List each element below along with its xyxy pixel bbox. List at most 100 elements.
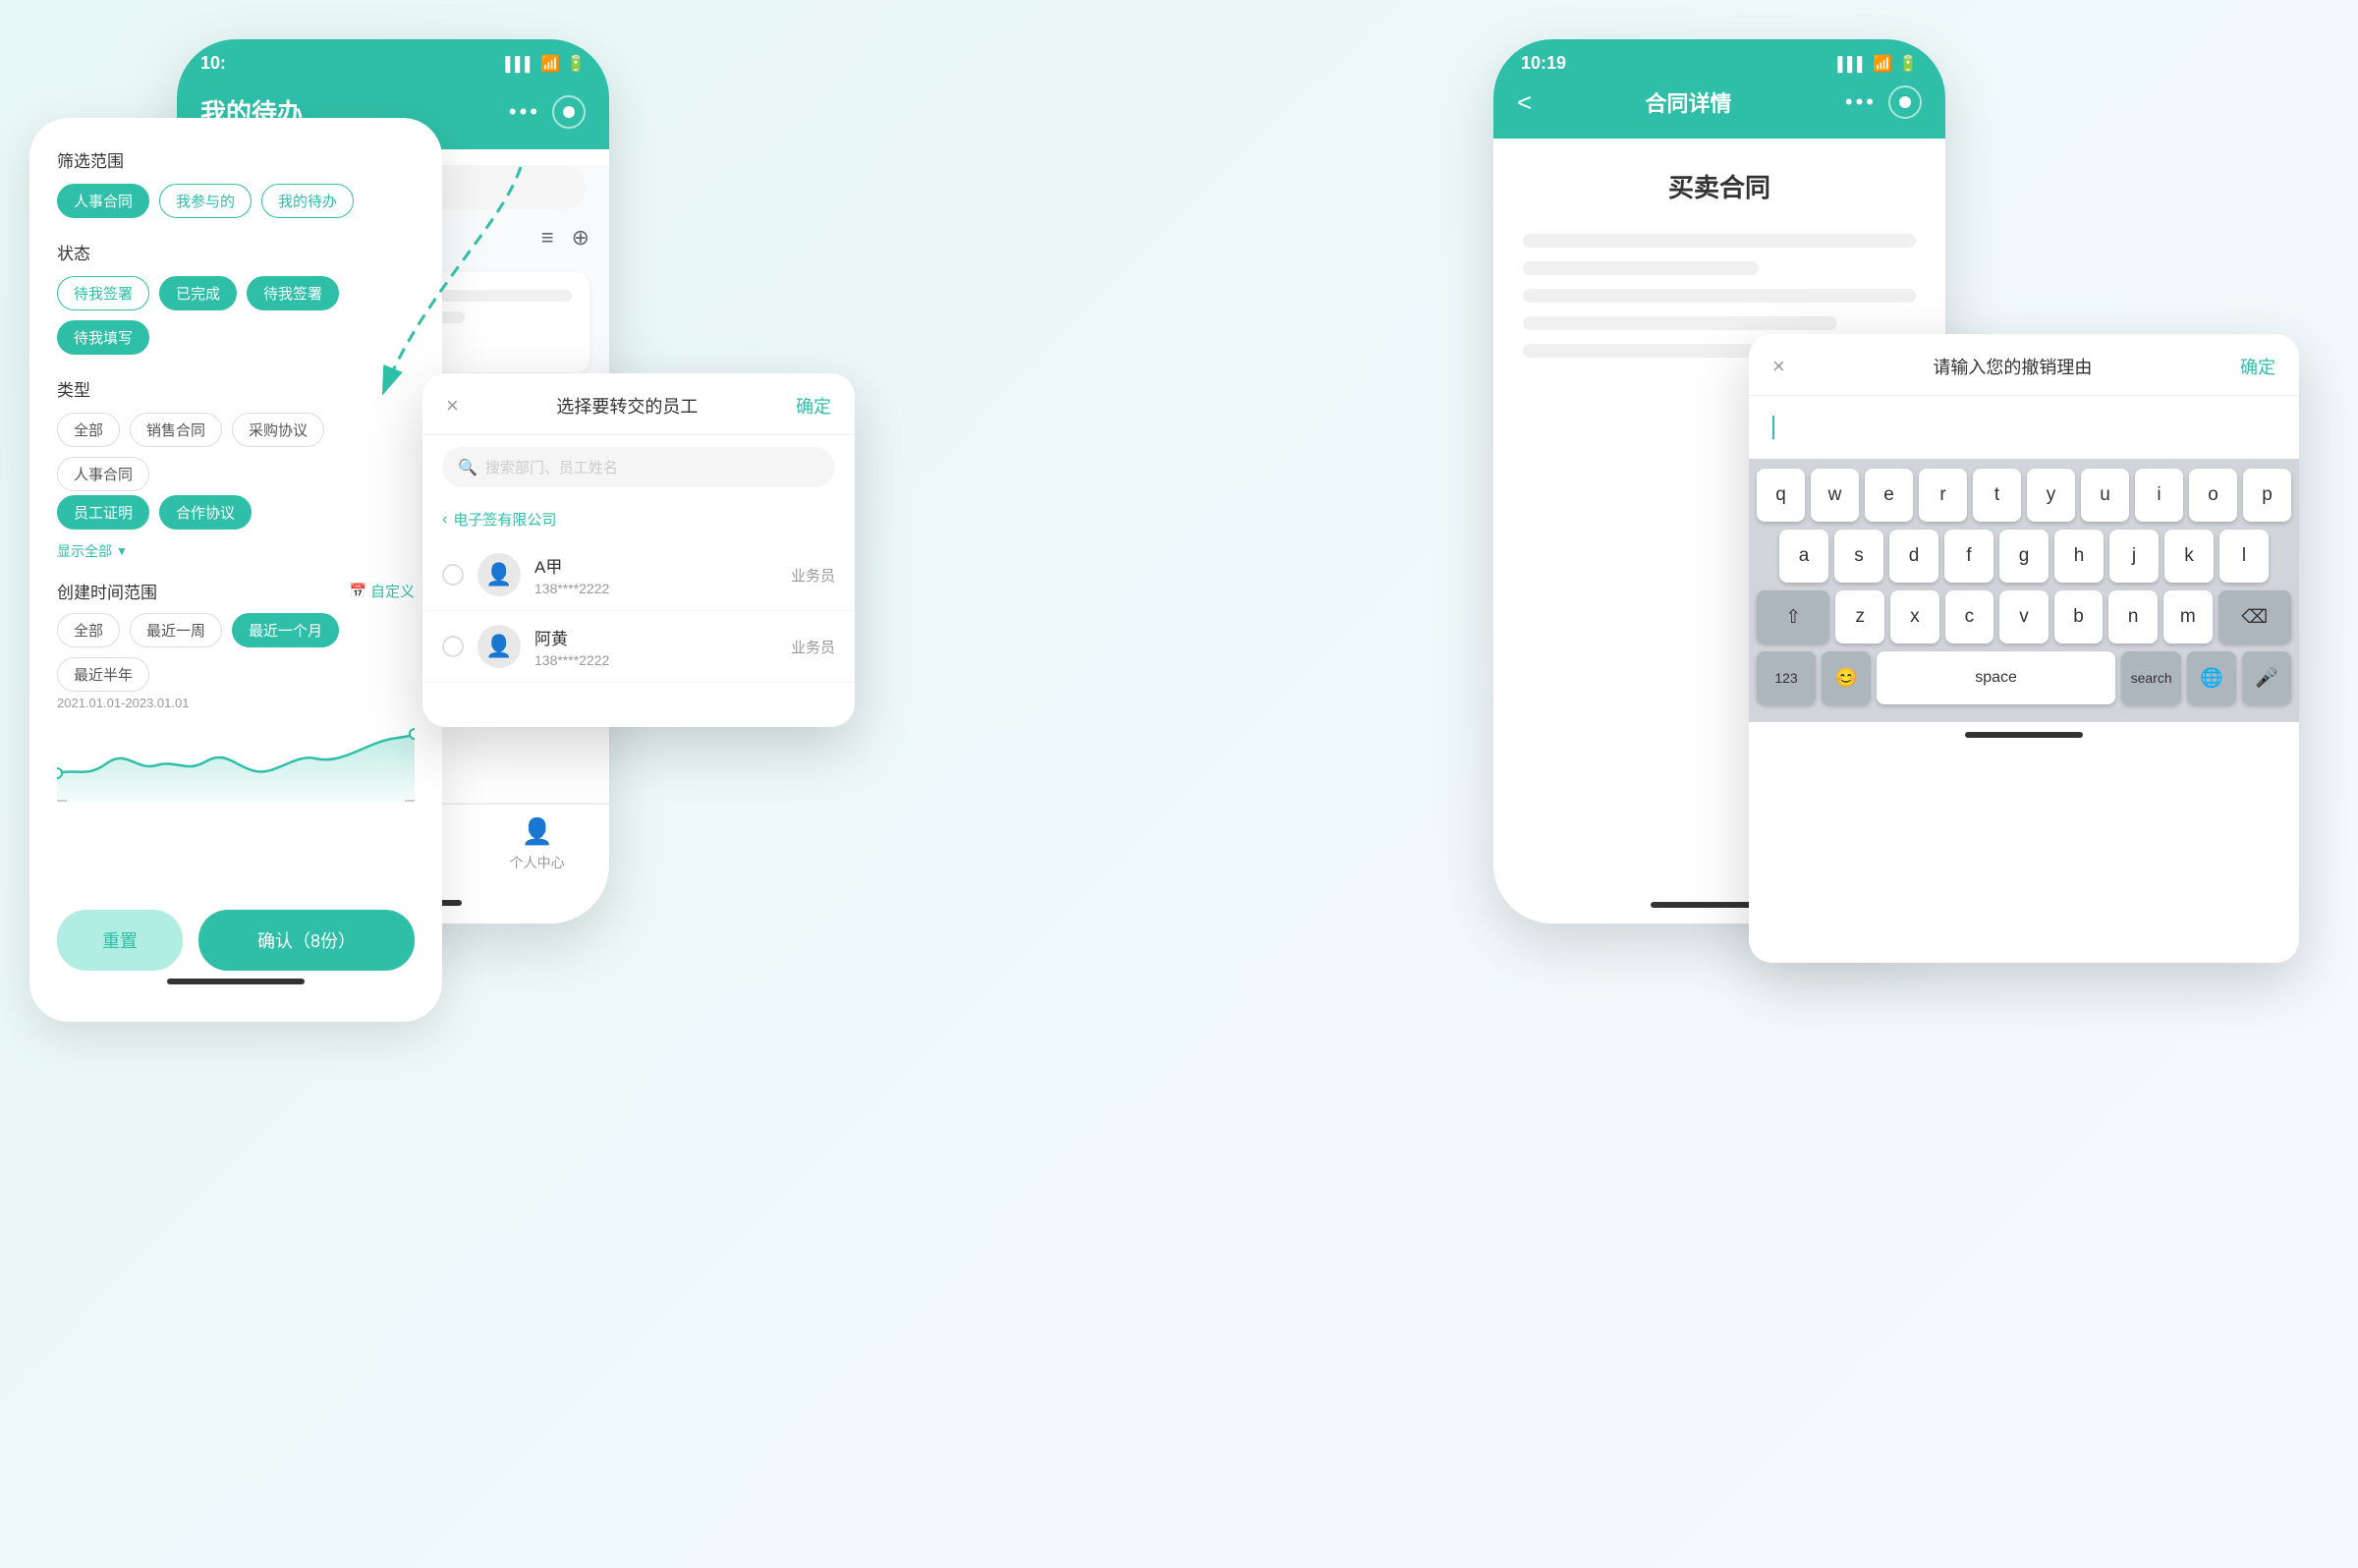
key-t[interactable]: t (1973, 469, 2021, 522)
signal-icon-2: ▌▌▌ (1837, 56, 1867, 72)
search-icon-modal: 🔍 (458, 458, 477, 477)
key-p[interactable]: p (2243, 469, 2291, 522)
signal-icon: ▌▌▌ (505, 56, 534, 72)
status-icons: ▌▌▌ 📶 🔋 (505, 54, 586, 74)
keyboard-row-1: q w e r t y u i o p (1757, 469, 2291, 522)
tag-coop[interactable]: 合作协议 (159, 495, 252, 530)
key-k[interactable]: k (2164, 530, 2214, 583)
key-search[interactable]: search (2121, 651, 2181, 704)
key-c[interactable]: c (1945, 590, 1994, 644)
tab-profile-label: 个人中心 (510, 853, 565, 872)
more-icon[interactable]: ••• (509, 99, 540, 125)
employee-phone-2: 138****2222 (534, 652, 777, 668)
tag-all[interactable]: 全部 (57, 413, 120, 447)
bottom-buttons: 重置 确认（8份） (57, 894, 415, 971)
keyboard-row-2: a s d f g h j k l (1757, 530, 2291, 583)
confirm-button[interactable]: 确认（8份） (198, 910, 415, 971)
modal-close-button[interactable]: × (446, 393, 459, 419)
key-w[interactable]: w (1811, 469, 1859, 522)
time-week[interactable]: 最近一周 (130, 613, 222, 647)
key-x[interactable]: x (1890, 590, 1939, 644)
key-123[interactable]: 123 (1757, 651, 1816, 704)
date-range-text: 2021.01.01-2023.01.01 (57, 696, 415, 710)
company-row[interactable]: ‹ 电子签有限公司 (422, 499, 855, 539)
employee-role-2: 业务员 (791, 637, 835, 657)
employee-search-bar[interactable]: 🔍 搜索部门、员工姓名 (442, 447, 835, 487)
home-indicator (167, 979, 305, 984)
key-a[interactable]: a (1779, 530, 1828, 583)
tag-personnel[interactable]: 人事合同 (57, 184, 149, 218)
filter-icon[interactable]: ⊕ (572, 225, 590, 251)
time-month[interactable]: 最近一个月 (232, 613, 339, 647)
record-icon[interactable] (552, 95, 586, 129)
contract-record-icon[interactable] (1888, 85, 1922, 119)
tag-participated[interactable]: 我参与的 (159, 184, 252, 218)
key-i[interactable]: i (2135, 469, 2183, 522)
tag-sales[interactable]: 销售合同 (130, 413, 222, 447)
status-bar: 10: ▌▌▌ 📶 🔋 (177, 39, 609, 84)
employee-row-2[interactable]: 👤 阿黄 138****2222 业务员 (422, 611, 855, 683)
key-z[interactable]: z (1835, 590, 1884, 644)
key-y[interactable]: y (2027, 469, 2075, 522)
key-e[interactable]: e (1865, 469, 1913, 522)
filter-range-label: 筛选范围 (57, 147, 415, 172)
key-backspace[interactable]: ⌫ (2218, 590, 2291, 644)
show-all-link[interactable]: 显示全部 ▼ (57, 541, 415, 561)
tag-wait-sign[interactable]: 待我签署 (57, 276, 149, 310)
key-emoji[interactable]: 😊 (1822, 651, 1871, 704)
profile-icon: 👤 (521, 816, 552, 847)
tag-pending[interactable]: 我的待办 (261, 184, 354, 218)
keyboard-title: 请输入您的撤销理由 (1933, 354, 2092, 379)
key-l[interactable]: l (2219, 530, 2269, 583)
keyboard-modal: × 请输入您的撤销理由 确定 q w e r t y u i o p a s d… (1749, 334, 2299, 963)
employee-row-1[interactable]: 👤 A甲 138****2222 业务员 (422, 539, 855, 611)
key-f[interactable]: f (1944, 530, 1993, 583)
key-m[interactable]: m (2163, 590, 2213, 644)
contract-more-icon[interactable]: ••• (1845, 89, 1877, 115)
key-j[interactable]: j (2109, 530, 2159, 583)
keyboard-close-button[interactable]: × (1772, 354, 1785, 379)
modal-title: 选择要转交的员工 (556, 393, 698, 419)
key-r[interactable]: r (1919, 469, 1967, 522)
employee-avatar-1: 👤 (477, 553, 521, 596)
keyboard-confirm-button[interactable]: 确定 (2240, 354, 2275, 379)
employee-radio-2[interactable] (442, 636, 464, 657)
tag-completed[interactable]: 已完成 (159, 276, 237, 310)
key-b[interactable]: b (2054, 590, 2104, 644)
employee-select-modal: × 选择要转交的员工 确定 🔍 搜索部门、员工姓名 ‹ 电子签有限公司 👤 A甲… (422, 373, 855, 727)
tab-profile[interactable]: 👤 个人中心 (465, 816, 609, 872)
key-u[interactable]: u (2081, 469, 2129, 522)
tag-hr[interactable]: 人事合同 (57, 457, 149, 491)
contract-time: 10:19 (1521, 53, 1566, 74)
text-input-area[interactable] (1749, 396, 2299, 459)
key-q[interactable]: q (1757, 469, 1805, 522)
employee-radio-1[interactable] (442, 564, 464, 586)
key-shift[interactable]: ⇧ (1757, 590, 1829, 644)
sort-icon[interactable]: ≡ (541, 225, 554, 251)
employee-role-1: 业务员 (791, 565, 835, 586)
employee-avatar-2: 👤 (477, 625, 521, 668)
key-space[interactable]: space (1877, 651, 2115, 704)
back-button[interactable]: < (1517, 87, 1532, 118)
contract-header-icons: ••• (1845, 85, 1922, 119)
tag-wait-countersign[interactable]: 待我签署 (247, 276, 339, 310)
tag-cert[interactable]: 员工证明 (57, 495, 149, 530)
employee-phone-1: 138****2222 (534, 581, 777, 596)
key-o[interactable]: o (2189, 469, 2237, 522)
key-g[interactable]: g (1999, 530, 2049, 583)
time-custom-link[interactable]: 📅 自定义 (350, 581, 415, 601)
tag-wait-fill[interactable]: 待我填写 (57, 320, 149, 355)
key-globe[interactable]: 🌐 (2187, 651, 2236, 704)
key-v[interactable]: v (1999, 590, 2049, 644)
key-n[interactable]: n (2108, 590, 2158, 644)
employee-info-1: A甲 138****2222 (534, 553, 777, 596)
tag-purchase[interactable]: 采购协议 (232, 413, 324, 447)
key-s[interactable]: s (1834, 530, 1883, 583)
modal-confirm-button[interactable]: 确定 (796, 393, 831, 419)
key-mic[interactable]: 🎤 (2242, 651, 2291, 704)
time-halfyear[interactable]: 最近半年 (57, 657, 149, 692)
time-all[interactable]: 全部 (57, 613, 120, 647)
key-h[interactable]: h (2054, 530, 2104, 583)
key-d[interactable]: d (1889, 530, 1938, 583)
reset-button[interactable]: 重置 (57, 910, 183, 971)
